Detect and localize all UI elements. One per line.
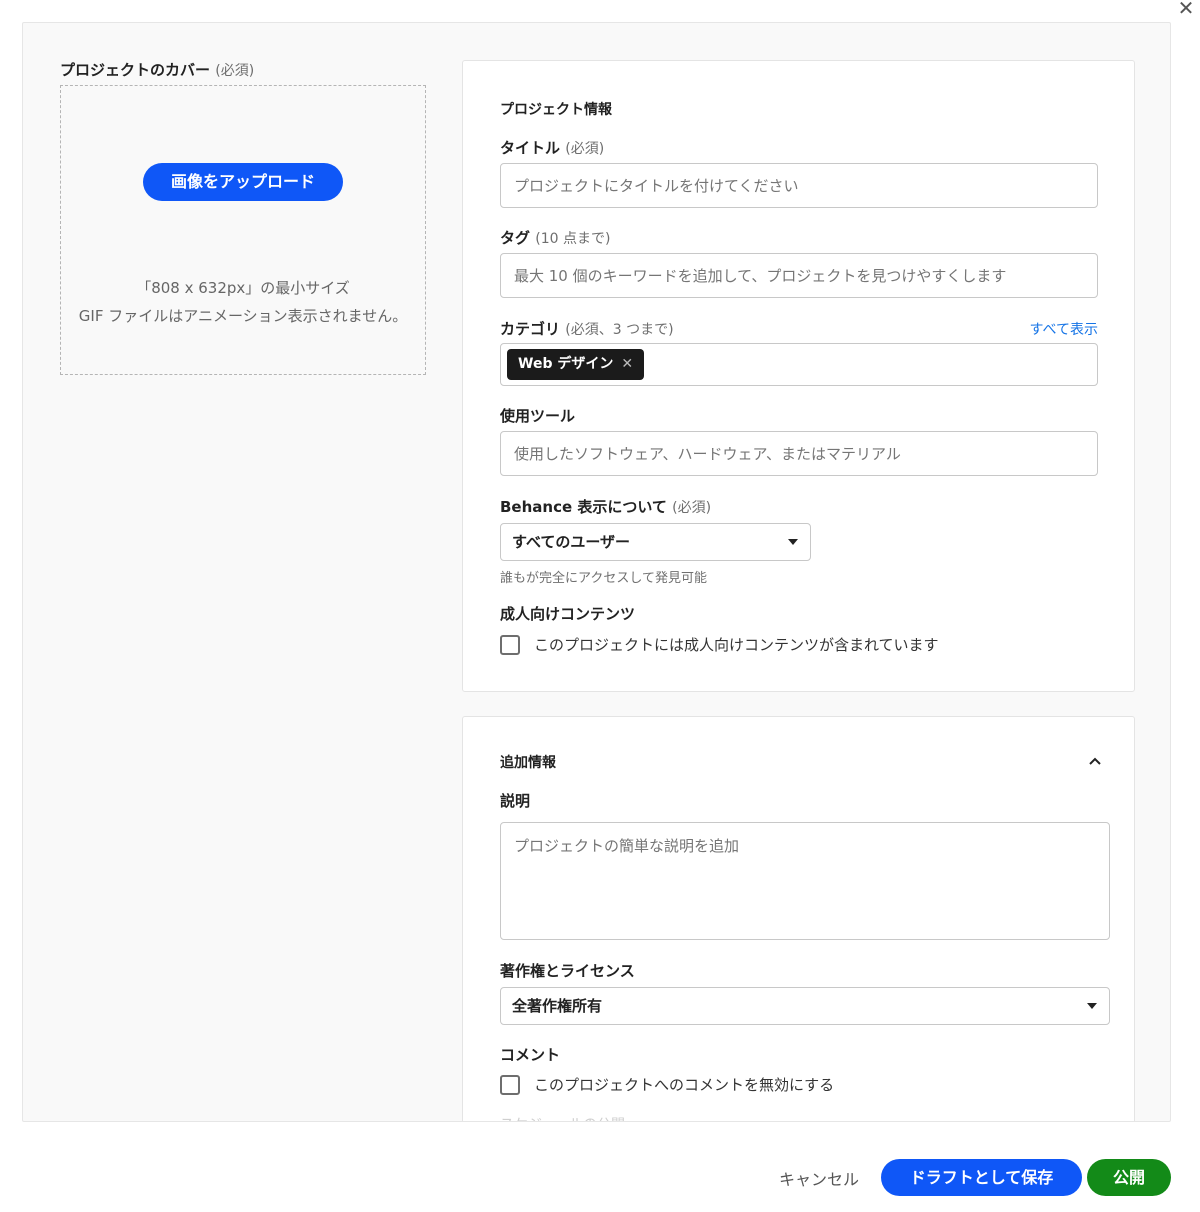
visibility-required: (必須) [672, 500, 712, 516]
visibility-select[interactable]: すべてのユーザー [500, 523, 811, 561]
license-value: 全著作権所有 [512, 997, 603, 1015]
title-label-text: タイトル [500, 139, 561, 157]
category-field[interactable]: Web デザイン ✕ [500, 343, 1098, 386]
upload-image-button[interactable]: 画像をアップロード [143, 163, 343, 201]
additional-info-title: 追加情報 [500, 755, 556, 771]
title-input[interactable] [500, 163, 1098, 208]
visibility-helper: 誰もが完全にアクセスして発見可能 [500, 571, 707, 586]
publish-button[interactable]: 公開 [1087, 1159, 1171, 1196]
dropdown-caret-icon [788, 539, 798, 545]
disable-comments-checkbox[interactable] [500, 1074, 520, 1095]
license-select[interactable]: 全著作権所有 [500, 987, 1110, 1025]
category-chip-label: Web デザイン [518, 356, 614, 372]
comments-row: このプロジェクトへのコメントを無効にする [500, 1074, 834, 1095]
dropdown-caret-icon [1087, 1003, 1097, 1009]
category-label-text: カテゴリ [500, 320, 561, 338]
see-all-categories-link[interactable]: すべて表示 [1030, 319, 1098, 339]
comments-label: コメント [500, 1046, 561, 1064]
cover-label: プロジェクトのカバー (必須) [60, 59, 254, 80]
adult-content-row: このプロジェクトには成人向けコンテンツが含まれています [500, 634, 939, 655]
title-label: タイトル (必須) [500, 137, 604, 158]
cover-gif-note: GIF ファイルはアニメーション表示されません。 [78, 307, 408, 325]
adult-content-checkbox[interactable] [500, 634, 520, 655]
description-label: 説明 [500, 792, 531, 810]
cover-min-size-note: 「808 x 632px」の最小サイズ [136, 279, 350, 297]
tags-label: タグ (10 点まで) [500, 227, 610, 248]
visibility-value: すべてのユーザー [512, 533, 631, 551]
visibility-label: Behance 表示について (必須) [500, 496, 711, 517]
tools-input[interactable] [500, 431, 1098, 476]
cover-dropzone[interactable]: 画像をアップロード 「808 x 632px」の最小サイズ GIF ファイルはア… [60, 85, 426, 375]
visibility-label-text: Behance 表示について [500, 498, 667, 516]
cover-label-text: プロジェクトのカバー [60, 61, 211, 79]
close-icon[interactable]: ✕ [1176, 0, 1196, 18]
save-draft-button[interactable]: ドラフトとして保存 [881, 1159, 1082, 1196]
schedule-label-faded: スケジュールの公開 [500, 1114, 625, 1121]
tools-label: 使用ツール [500, 407, 576, 425]
license-label: 著作権とライセンス [500, 962, 635, 980]
adult-content-label: 成人向けコンテンツ [500, 605, 636, 623]
chip-remove-icon[interactable]: ✕ [621, 356, 633, 372]
publish-modal: プロジェクトのカバー (必須) 画像をアップロード 「808 x 632px」の… [22, 22, 1171, 1122]
project-info-title: プロジェクト情報 [500, 102, 612, 118]
additional-info-card: 追加情報 説明 プロジェクトの簡単な説明を追加 著作権とライセンス 全著作権所有… [462, 716, 1135, 1121]
disable-comments-text: このプロジェクトへのコメントを無効にする [534, 1076, 835, 1094]
category-label: カテゴリ (必須、3 つまで) [500, 318, 674, 339]
chevron-up-icon[interactable] [1088, 754, 1102, 768]
adult-content-text: このプロジェクトには成人向けコンテンツが含まれています [534, 636, 939, 654]
tags-limit: (10 点まで) [535, 231, 611, 247]
tags-input[interactable] [500, 253, 1098, 298]
project-info-card: プロジェクト情報 タイトル (必須) タグ (10 点まで) カテゴリ (必須、… [462, 60, 1135, 692]
category-chip: Web デザイン ✕ [507, 349, 645, 380]
description-textarea[interactable]: プロジェクトの簡単な説明を追加 [500, 822, 1110, 940]
cancel-button[interactable]: キャンセル [779, 1166, 859, 1190]
tags-label-text: タグ [500, 229, 531, 247]
category-limit: (必須、3 つまで) [565, 322, 674, 338]
cover-required: (必須) [215, 63, 255, 79]
title-required: (必須) [565, 141, 605, 157]
